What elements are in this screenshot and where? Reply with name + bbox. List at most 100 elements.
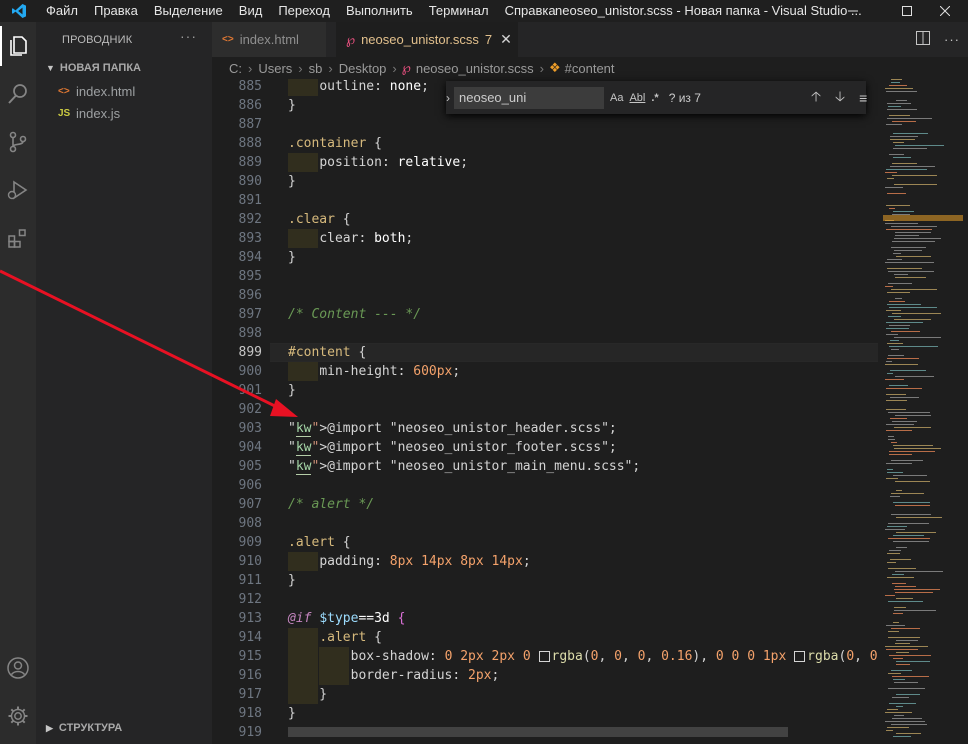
- minimap-line: [896, 652, 909, 653]
- file-name: index.js: [76, 106, 121, 121]
- activity-bar: [0, 22, 36, 744]
- source-control-icon[interactable]: [0, 122, 36, 162]
- next-match-icon[interactable]: 🡣: [835, 86, 845, 110]
- toggle-replace-icon[interactable]: ›: [446, 91, 450, 105]
- more-actions-icon[interactable]: ···: [180, 28, 197, 44]
- menu-item[interactable]: Вид: [231, 0, 271, 22]
- minimap-line: [892, 421, 917, 422]
- minimap-line: [893, 445, 933, 446]
- settings-gear-icon[interactable]: [0, 696, 36, 736]
- explorer-title: ПРОВОДНИК: [62, 34, 133, 46]
- line-number: 893: [238, 231, 262, 246]
- close-tab-icon[interactable]: ✕: [500, 31, 512, 48]
- account-icon[interactable]: [0, 648, 36, 688]
- breadcrumb-item[interactable]: Desktop: [338, 61, 388, 76]
- menu-item[interactable]: Выделение: [146, 0, 231, 22]
- minimap-line: [896, 256, 931, 257]
- editor-tabs: <> index.html ℘ neoseo_unistor.scss 7 ✕ …: [212, 22, 968, 57]
- minimap-line: [886, 388, 922, 389]
- menu-item[interactable]: Переход: [270, 0, 338, 22]
- run-debug-icon[interactable]: [0, 170, 36, 210]
- minimap-line: [890, 559, 911, 560]
- problems-badge: 7: [484, 32, 493, 47]
- minimap-find-highlight: [883, 215, 963, 221]
- minimap-line: [892, 574, 904, 575]
- minimap-line: [893, 622, 899, 623]
- menu-item[interactable]: Файл: [38, 0, 86, 22]
- code-line: @if $type==3d {: [288, 611, 406, 626]
- minimap-line: [888, 538, 930, 539]
- minimap-line: [891, 460, 923, 461]
- file-item-index-js[interactable]: JS index.js: [58, 106, 120, 121]
- explorer-icon[interactable]: [0, 26, 36, 66]
- minimap-line: [887, 304, 921, 305]
- minimap-line: [896, 100, 907, 101]
- minimap-line: [892, 697, 909, 698]
- minimap-line: [885, 286, 893, 287]
- find-in-selection-icon[interactable]: ≡: [859, 90, 867, 106]
- line-number: 888: [238, 136, 262, 151]
- whole-word-toggle[interactable]: Abl: [629, 92, 645, 104]
- outline-section-header[interactable]: ▶ СТРУКТУРА: [46, 722, 122, 734]
- outline-title: СТРУКТУРА: [58, 722, 123, 734]
- minimap-line: [893, 658, 903, 659]
- menu-item[interactable]: Справка: [497, 0, 564, 22]
- line-number: 908: [238, 516, 262, 531]
- minimap-line: [891, 493, 924, 494]
- minimap-line: [885, 262, 934, 263]
- minimap-line: [895, 481, 930, 482]
- minimap-line: [888, 601, 923, 602]
- minimap-line: [896, 640, 918, 641]
- minimap-line: [886, 322, 923, 323]
- minimap[interactable]: [883, 79, 968, 744]
- menu-item[interactable]: Терминал: [421, 0, 497, 22]
- code-editor[interactable]: 885 outline: none; 886} 887 888 .container {…: [212, 79, 878, 744]
- tab-index-html[interactable]: <> index.html: [212, 22, 326, 57]
- find-input[interactable]: [454, 86, 604, 109]
- menu-item[interactable]: Правка: [86, 0, 146, 22]
- line-number: 885: [238, 79, 262, 94]
- code-line: .alert {: [288, 535, 351, 550]
- minimap-line: [892, 583, 906, 584]
- menu-item[interactable]: Выполнить: [338, 0, 421, 22]
- minimap-line: [889, 307, 937, 308]
- minimap-line: [894, 607, 906, 608]
- breadcrumb-item[interactable]: sb: [308, 61, 324, 76]
- tab-neoseo-unistor-scss[interactable]: ℘ neoseo_unistor.scss 7 ✕: [336, 22, 518, 57]
- minimap-line: [890, 370, 926, 371]
- extensions-icon[interactable]: [0, 218, 36, 258]
- minimap-line: [886, 310, 901, 311]
- minimap-line: [888, 412, 930, 413]
- breadcrumb-item[interactable]: #content: [564, 61, 616, 76]
- breadcrumb-item[interactable]: neoseo_unistor.scss: [415, 61, 535, 76]
- minimap-line: [888, 523, 929, 524]
- breadcrumb-item[interactable]: Users: [257, 61, 293, 76]
- minimap-line: [887, 472, 903, 473]
- minimap-line: [894, 610, 936, 611]
- minimap-line: [894, 274, 908, 275]
- search-icon[interactable]: [0, 74, 36, 114]
- line-number: 894: [238, 250, 262, 265]
- regex-toggle[interactable]: .*: [651, 92, 658, 104]
- line-number: 915: [238, 649, 262, 664]
- folder-header[interactable]: ▼ НОВАЯ ПАПКА: [46, 62, 141, 74]
- match-case-toggle[interactable]: Aa: [610, 92, 623, 104]
- more-actions-icon[interactable]: ···: [944, 32, 960, 47]
- code-line: }: [288, 383, 296, 398]
- breadcrumb-item[interactable]: C:: [228, 61, 243, 76]
- chevron-right-icon: ›: [248, 60, 253, 76]
- previous-match-icon[interactable]: 🡡: [811, 86, 821, 110]
- close-window-icon[interactable]: [922, 0, 968, 22]
- line-number: 902: [238, 402, 262, 417]
- line-number: 914: [238, 630, 262, 645]
- minimap-line: [890, 139, 915, 140]
- minimap-line: [885, 529, 905, 530]
- find-widget: › Aa Abl .* ? из 7 🡡 🡣 ≡ ✕: [446, 81, 893, 114]
- minimize-icon[interactable]: [830, 0, 876, 22]
- file-item-index-html[interactable]: <> index.html: [58, 84, 135, 99]
- line-number: 886: [238, 98, 262, 113]
- horizontal-scrollbar[interactable]: [288, 727, 788, 737]
- split-editor-icon[interactable]: [916, 31, 930, 48]
- minimap-line: [892, 175, 937, 176]
- minimap-line: [891, 247, 926, 248]
